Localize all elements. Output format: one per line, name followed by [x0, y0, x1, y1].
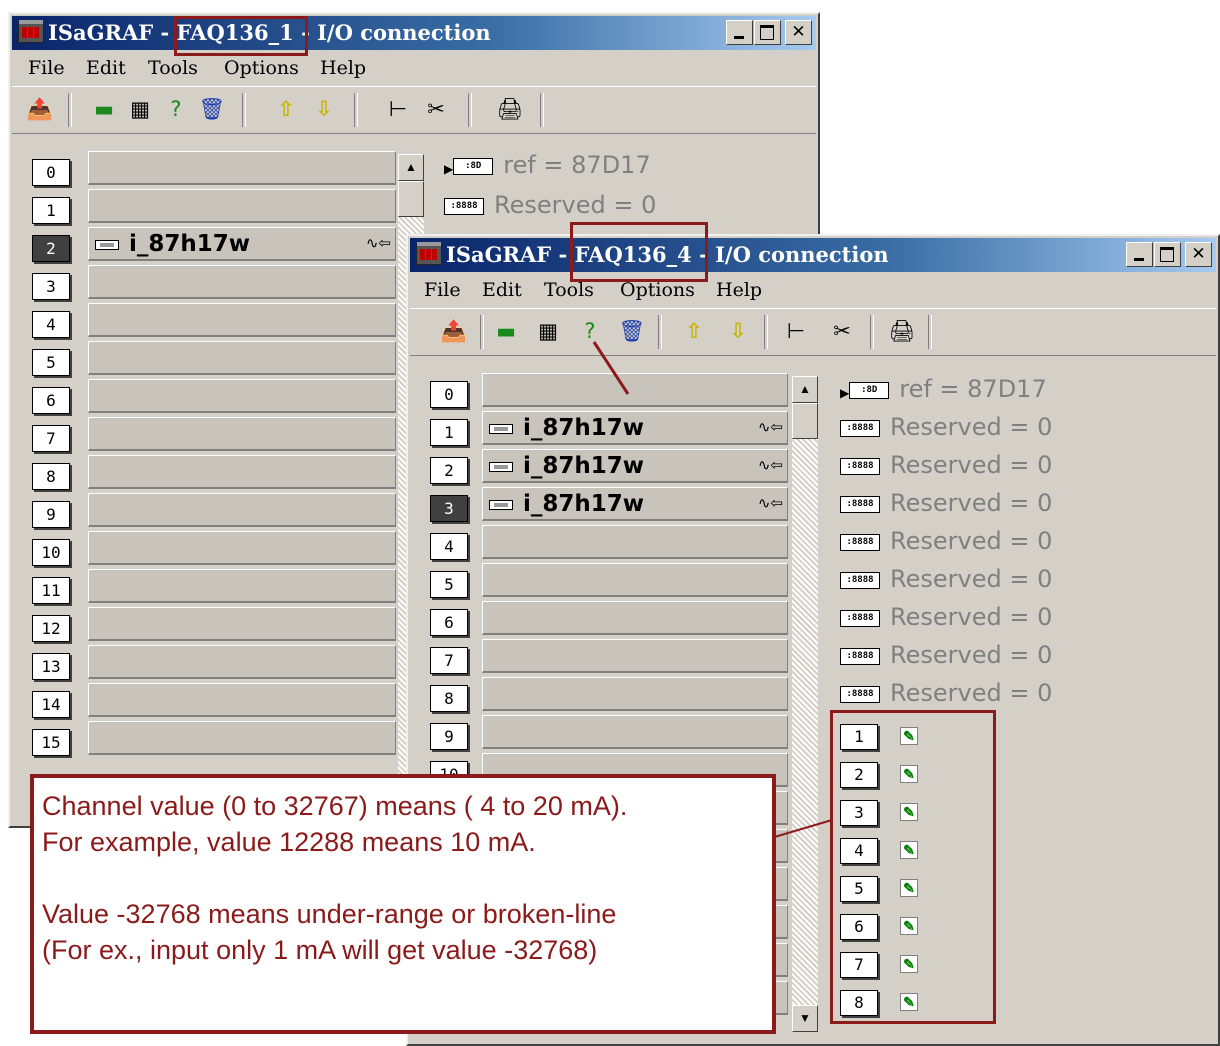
note-line-2: For example, value 12288 means 10 mA.	[42, 827, 536, 857]
note-line-3: Value -32768 means under-range or broken…	[42, 899, 617, 929]
pointer-line-to-info-icon	[592, 341, 630, 395]
note-line-4: (For ex., input only 1 mA will get value…	[42, 935, 598, 965]
note-line-1: Channel value (0 to 32767) means ( 4 to …	[42, 791, 628, 821]
annotation-note: Channel value (0 to 32767) means ( 4 to …	[30, 774, 776, 1034]
